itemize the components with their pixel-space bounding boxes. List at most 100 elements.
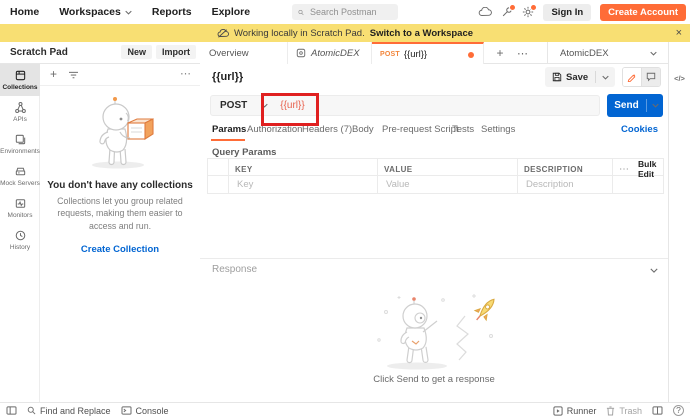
- sign-in-button[interactable]: Sign In: [543, 4, 591, 21]
- more-actions-icon[interactable]: ⋯: [180, 67, 192, 80]
- request-url-row: POST {{url}} Send: [200, 90, 668, 118]
- search-icon: [27, 406, 36, 415]
- runner-icon: [553, 406, 563, 416]
- settings-gear-icon[interactable]: [522, 6, 534, 18]
- table-more-icon[interactable]: ⋯: [619, 164, 630, 175]
- tab-params[interactable]: Params: [212, 124, 246, 135]
- empty-state-title: You don't have any collections: [40, 180, 200, 191]
- tab-headers[interactable]: Headers (7): [302, 124, 352, 135]
- nav-right-cluster: Sign In Create Account: [478, 0, 686, 24]
- nav-home[interactable]: Home: [10, 6, 39, 18]
- response-collapse-icon[interactable]: [650, 268, 658, 273]
- nav-explore[interactable]: Explore: [212, 6, 251, 18]
- chevron-down-icon: [125, 10, 132, 15]
- send-options-chevron-icon[interactable]: [647, 103, 663, 108]
- code-snippet-icon[interactable]: </>: [669, 70, 690, 86]
- create-collection-link[interactable]: Create Collection: [40, 244, 200, 255]
- tab-pre-request-script[interactable]: Pre-request Script: [382, 124, 459, 135]
- notification-dot: [530, 4, 537, 11]
- switch-workspace-link[interactable]: Switch to a Workspace: [370, 28, 473, 39]
- cookies-link[interactable]: Cookies: [621, 124, 658, 135]
- two-pane-layout-icon[interactable]: [652, 406, 663, 415]
- nav-reports[interactable]: Reports: [152, 6, 192, 18]
- save-button[interactable]: Save: [545, 67, 615, 87]
- response-divider[interactable]: [200, 258, 668, 259]
- add-collection-icon[interactable]: +: [50, 67, 57, 81]
- comment-icon[interactable]: [641, 68, 660, 86]
- environment-selector[interactable]: AtomicDEX: [547, 42, 666, 64]
- collections-icon: [14, 69, 27, 82]
- tab-options-icon[interactable]: ⋯: [512, 42, 534, 64]
- sidebar-item-monitors[interactable]: Monitors: [0, 192, 40, 224]
- sidebar-toggle-icon[interactable]: [6, 406, 17, 415]
- method-selector[interactable]: POST: [211, 100, 261, 111]
- tab-label: {{url}}: [404, 49, 427, 60]
- offline-cloud-icon[interactable]: [478, 7, 492, 17]
- rail-label: Environments: [0, 148, 40, 155]
- sidebar-item-mock-servers[interactable]: Mock Servers: [0, 160, 40, 192]
- console-icon: [121, 406, 132, 415]
- table-row: [208, 176, 663, 193]
- key-input[interactable]: [235, 178, 374, 191]
- environments-icon: [14, 133, 27, 146]
- sidebar-item-environments[interactable]: Environments: [0, 128, 40, 160]
- url-input[interactable]: {{url}}: [280, 100, 304, 111]
- send-label: Send: [607, 100, 646, 111]
- tab-request-active[interactable]: POST {{url}}: [372, 42, 484, 64]
- global-search[interactable]: [292, 4, 398, 20]
- search-input[interactable]: [308, 6, 392, 18]
- status-bar: Find and Replace Console Runner Trash ?: [0, 402, 690, 418]
- tab-overview[interactable]: Overview: [200, 42, 288, 64]
- tab-tests[interactable]: Tests: [452, 124, 474, 135]
- console-button[interactable]: Console: [121, 406, 169, 416]
- edit-pencil-icon[interactable]: [623, 68, 641, 86]
- banner-close-icon[interactable]: ×: [676, 24, 682, 42]
- monitors-icon: [14, 197, 27, 210]
- trash-icon: [606, 406, 615, 416]
- console-label: Console: [136, 406, 169, 416]
- create-account-button[interactable]: Create Account: [600, 4, 686, 21]
- new-button[interactable]: New: [121, 45, 152, 59]
- tab-label: Overview: [209, 48, 249, 59]
- find-and-replace-button[interactable]: Find and Replace: [27, 406, 111, 416]
- tab-authorization[interactable]: Authorization: [247, 124, 302, 135]
- rail-label: History: [10, 244, 30, 251]
- help-icon[interactable]: ?: [673, 405, 684, 416]
- rail-label: APIs: [13, 116, 27, 123]
- description-input[interactable]: [524, 178, 612, 191]
- response-empty-state: Click Send to get a response: [200, 284, 668, 385]
- import-button[interactable]: Import: [156, 45, 196, 59]
- main-menu: Home Workspaces Reports Explore: [10, 0, 250, 24]
- scratchpad-banner: Working locally in Scratch Pad. Switch t…: [0, 24, 690, 42]
- nav-workspaces[interactable]: Workspaces: [59, 6, 132, 18]
- runner-button[interactable]: Runner: [553, 406, 597, 416]
- mock-servers-icon: [14, 165, 27, 178]
- tab-label: AtomicDEX: [311, 48, 360, 59]
- table-header-row: KEY VALUE DESCRIPTION ⋯ Bulk Edit: [208, 159, 663, 176]
- chevron-down-icon: [650, 51, 657, 56]
- runner-label: Runner: [567, 406, 597, 416]
- tab-body[interactable]: Body: [352, 124, 374, 135]
- request-tabbar: Overview AtomicDEX POST {{url}} + ⋯ Atom…: [200, 42, 690, 64]
- tab-method-badge: POST: [380, 51, 400, 58]
- value-input[interactable]: [384, 178, 514, 191]
- capture-requests-icon[interactable]: [501, 6, 513, 18]
- tab-collection-atomicdex[interactable]: AtomicDEX: [288, 42, 372, 64]
- rail-label: Monitors: [8, 212, 33, 219]
- sidebar-item-history[interactable]: History: [0, 224, 40, 256]
- tab-settings[interactable]: Settings: [481, 124, 515, 135]
- save-options-chevron-icon[interactable]: [596, 75, 615, 80]
- query-params-table: KEY VALUE DESCRIPTION ⋯ Bulk Edit: [207, 158, 664, 194]
- sidebar-item-collections[interactable]: Collections: [0, 64, 40, 96]
- trash-button[interactable]: Trash: [606, 406, 642, 416]
- sidebar-item-apis[interactable]: APIs: [0, 96, 40, 128]
- send-button[interactable]: Send: [607, 94, 663, 117]
- top-navbar: Home Workspaces Reports Explore: [0, 0, 690, 24]
- request-title: {{url}}: [212, 71, 243, 83]
- method-chevron-icon[interactable]: [261, 103, 268, 108]
- rail-label: Mock Servers: [0, 180, 40, 187]
- search-icon: [298, 8, 304, 17]
- filter-icon[interactable]: [68, 71, 79, 80]
- find-replace-label: Find and Replace: [40, 406, 111, 416]
- new-tab-icon[interactable]: +: [490, 42, 510, 64]
